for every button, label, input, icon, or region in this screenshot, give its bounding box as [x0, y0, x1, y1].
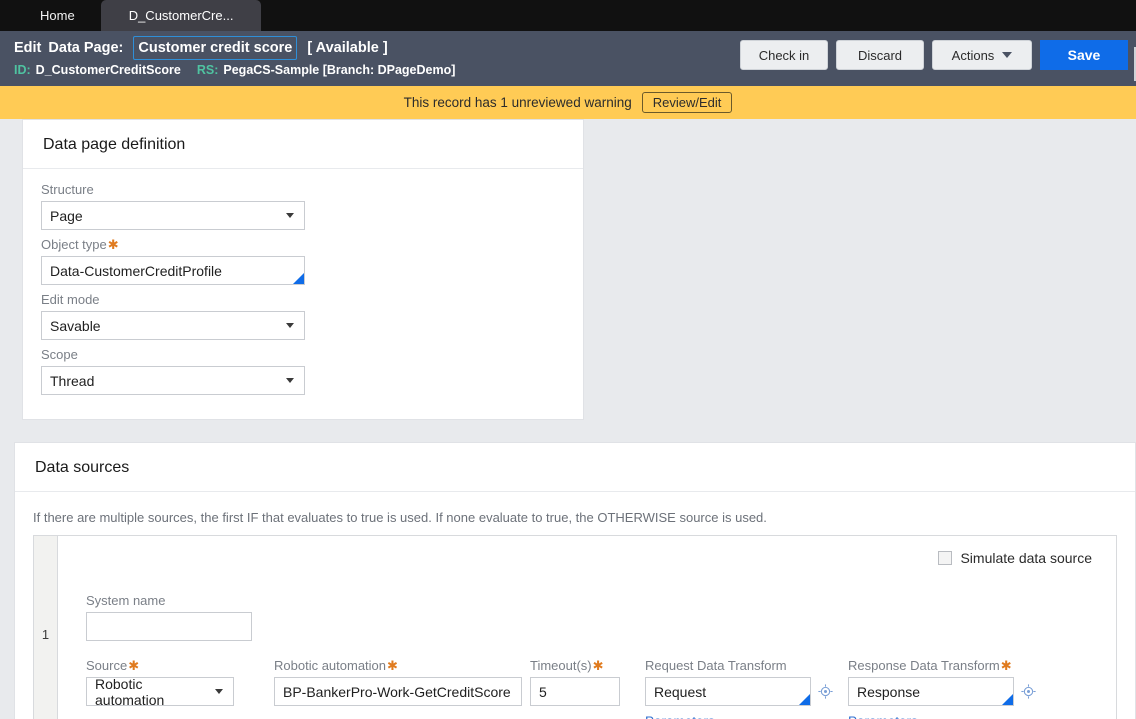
- required-asterisk-icon: ✱: [1000, 658, 1012, 673]
- id-value: D_CustomerCreditScore: [35, 63, 181, 77]
- header-edit-label: Edit: [14, 40, 42, 56]
- record-header: Edit Data Page: Customer credit score [ …: [0, 31, 1136, 86]
- main-content: Data page definition Structure Page Obje…: [0, 119, 1136, 719]
- open-target-icon[interactable]: [1021, 684, 1036, 699]
- header-rule-type-label: Data Page:: [48, 40, 124, 56]
- actions-menu-button[interactable]: Actions: [932, 40, 1032, 70]
- simulate-data-source-checkbox[interactable]: [938, 551, 953, 565]
- structure-value: Page: [50, 207, 83, 224]
- tab-home[interactable]: Home: [14, 0, 101, 31]
- robotic-automation-label-text: Robotic automation: [274, 658, 387, 673]
- tab-home-label: Home: [40, 8, 75, 23]
- browser-tab-strip: Home D_CustomerCre...: [0, 0, 1136, 31]
- object-type-value: Data-CustomerCreditProfile: [50, 262, 222, 279]
- tab-d-customer-credit-score-label: D_CustomerCre...: [128, 8, 234, 23]
- edit-mode-value: Savable: [50, 317, 101, 334]
- discard-button[interactable]: Discard: [836, 40, 924, 70]
- required-asterisk-icon: ✱: [387, 658, 398, 673]
- robotic-automation-input[interactable]: BP-BankerPro-Work-GetCreditScore: [274, 677, 522, 706]
- robotic-automation-value: BP-BankerPro-Work-GetCreditScore: [283, 683, 511, 700]
- response-parameters-link[interactable]: Parameters: [848, 714, 1051, 719]
- system-name-input[interactable]: [86, 612, 252, 641]
- edit-mode-label: Edit mode: [41, 292, 100, 307]
- data-page-definition-panel: Data page definition Structure Page Obje…: [22, 119, 584, 420]
- autocomplete-triangle-icon: [1002, 694, 1013, 705]
- tab-d-customer-credit-score[interactable]: D_CustomerCre...: [100, 0, 262, 31]
- response-data-transform-input[interactable]: Response: [848, 677, 1014, 706]
- structure-select[interactable]: Page: [41, 201, 305, 230]
- scope-value: Thread: [50, 372, 95, 389]
- autocomplete-triangle-icon: [293, 273, 304, 284]
- source-value: Robotic automation: [95, 675, 165, 708]
- response-data-transform-label-text: Response Data Transform: [848, 658, 1000, 673]
- field-request-data-transform: Request Data Transform Request: [645, 657, 848, 719]
- request-data-transform-input[interactable]: Request: [645, 677, 811, 706]
- crosshair-icon: [818, 684, 833, 699]
- chevron-down-icon: [286, 378, 294, 383]
- save-button[interactable]: Save: [1040, 40, 1128, 70]
- structure-label: Structure: [41, 182, 94, 197]
- availability-badge: [ Available ]: [307, 40, 388, 56]
- actions-menu-label: Actions: [951, 47, 995, 63]
- required-asterisk-icon: ✱: [107, 237, 119, 252]
- scope-select[interactable]: Thread: [41, 366, 305, 395]
- scope-label: Scope: [41, 347, 78, 362]
- field-scope: Scope Thread: [41, 346, 563, 395]
- field-robotic-automation: Robotic automation✱ BP-BankerPro-Work-Ge…: [274, 657, 530, 706]
- system-name-label: System name: [86, 593, 166, 608]
- response-data-transform-value: Response: [857, 683, 921, 700]
- id-key-label: ID:: [14, 63, 31, 77]
- field-edit-mode: Edit mode Savable: [41, 291, 563, 340]
- edit-mode-select[interactable]: Savable: [41, 311, 305, 340]
- open-target-icon[interactable]: [818, 684, 833, 699]
- ruleset-value: PegaCS-Sample [Branch: DPageDemo]: [223, 63, 456, 77]
- review-edit-button[interactable]: Review/Edit: [641, 92, 733, 113]
- crosshair-icon: [1021, 684, 1036, 699]
- field-response-data-transform: Response Data Transform✱ Response: [848, 657, 1051, 719]
- source-select[interactable]: Robotic automation: [86, 675, 234, 708]
- required-asterisk-icon: ✱: [128, 658, 140, 673]
- response-data-transform-label: Response Data Transform✱: [848, 657, 1051, 674]
- object-type-label-text: Object type: [41, 237, 107, 252]
- object-type-input[interactable]: Data-CustomerCreditProfile: [41, 256, 305, 285]
- field-source: Source✱ Robotic automation: [86, 657, 274, 708]
- page-title[interactable]: Customer credit score: [133, 36, 298, 60]
- data-sources-description: If there are multiple sources, the first…: [33, 510, 767, 525]
- chevron-down-icon: [286, 323, 294, 328]
- request-parameters-link[interactable]: Parameters: [645, 714, 848, 719]
- timeout-label-text: Timeout(s): [530, 658, 592, 673]
- chevron-down-icon: [215, 689, 223, 694]
- source-label: Source✱: [86, 657, 274, 674]
- data-source-fields-row: Source✱ Robotic automation Robotic autom…: [58, 641, 1116, 719]
- chevron-down-icon: [286, 213, 294, 218]
- request-data-transform-value: Request: [654, 683, 707, 700]
- data-sources-title: Data sources: [15, 443, 1135, 492]
- data-source-row: Simulate data source System name Source✱…: [58, 536, 1116, 719]
- required-asterisk-icon: ✱: [592, 658, 604, 673]
- data-sources-table: 1 Simulate data source System name Sourc…: [33, 535, 1117, 719]
- ruleset-key-label: RS:: [196, 63, 219, 77]
- field-timeout: Timeout(s)✱ 5: [530, 657, 645, 706]
- simulate-data-source-row: Simulate data source: [58, 546, 1116, 566]
- chevron-down-icon: [1002, 52, 1013, 58]
- header-action-bar: Check in Discard Actions Save: [740, 40, 1136, 81]
- warning-text: This record has 1 unreviewed warning: [403, 95, 632, 110]
- field-system-name: System name: [58, 566, 1116, 641]
- object-type-label: Object type✱: [41, 236, 563, 253]
- simulate-data-source-label: Simulate data source: [960, 550, 1092, 566]
- data-sources-panel: Data sources If there are multiple sourc…: [14, 442, 1136, 719]
- robotic-automation-label: Robotic automation✱: [274, 657, 530, 674]
- timeout-label: Timeout(s)✱: [530, 657, 645, 674]
- field-structure: Structure Page: [41, 181, 563, 230]
- source-label-text: Source: [86, 658, 128, 673]
- warning-banner: This record has 1 unreviewed warning Rev…: [0, 86, 1136, 119]
- request-data-transform-label: Request Data Transform: [645, 658, 787, 673]
- data-page-definition-title: Data page definition: [23, 120, 583, 169]
- check-in-button[interactable]: Check in: [740, 40, 828, 70]
- field-object-type: Object type✱ Data-CustomerCreditProfile: [41, 236, 563, 285]
- autocomplete-triangle-icon: [799, 694, 810, 705]
- row-number: 1: [34, 536, 58, 719]
- timeout-value: 5: [539, 683, 547, 700]
- timeout-input[interactable]: 5: [530, 677, 620, 706]
